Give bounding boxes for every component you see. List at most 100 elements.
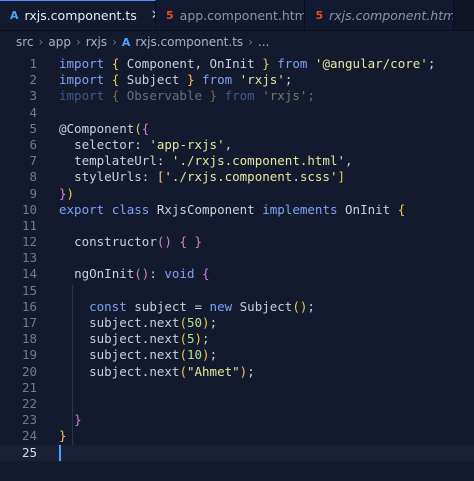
paren: ) bbox=[194, 331, 203, 347]
breadcrumb-item-app[interactable]: app bbox=[48, 35, 71, 49]
text-cursor bbox=[59, 444, 61, 461]
breadcrumb-item-rxjs[interactable]: rxjs bbox=[86, 35, 107, 49]
line-number: 22 bbox=[21, 395, 37, 411]
code-line[interactable]: 2 import { Subject } from 'rxjs'; bbox=[0, 72, 474, 88]
bracket: ] bbox=[337, 169, 346, 185]
code-line-current[interactable]: 25 bbox=[0, 444, 474, 461]
line-number: 21 bbox=[21, 379, 37, 395]
keyword: const bbox=[89, 298, 127, 314]
keyword: export bbox=[59, 201, 105, 217]
tab-app-component-html[interactable]: 5 app.component.html bbox=[156, 0, 306, 30]
line-number: 14 bbox=[21, 266, 37, 282]
code-line[interactable]: 12 constructor() { } bbox=[0, 234, 474, 250]
breadcrumb: src › app › rxjs › A rxjs.component.ts ›… bbox=[0, 31, 474, 53]
line-number: 8 bbox=[29, 169, 37, 185]
method-name: next bbox=[149, 347, 180, 363]
punctuation: ; bbox=[307, 88, 315, 104]
number: 5 bbox=[186, 331, 195, 347]
paren: ( bbox=[179, 315, 187, 330]
decorator: @Component bbox=[59, 120, 135, 136]
punctuation: , bbox=[345, 153, 353, 169]
code-line[interactable]: 1 import { Component, OnInit } from '@an… bbox=[0, 56, 474, 72]
line-number: 15 bbox=[21, 282, 37, 298]
code-line[interactable]: 10 export class RxjsComponent implements… bbox=[0, 202, 474, 218]
punctuation: : bbox=[149, 266, 165, 282]
keyword: class bbox=[111, 201, 150, 217]
interface-name: OnInit bbox=[345, 201, 391, 217]
brace: { bbox=[141, 120, 150, 136]
code-line[interactable]: 14 ngOnInit(): void { bbox=[0, 266, 474, 282]
brace: } bbox=[59, 428, 67, 444]
method-name: next bbox=[149, 331, 180, 347]
keyword: from bbox=[202, 72, 233, 88]
code-line[interactable]: 23 } bbox=[0, 412, 474, 428]
code-line[interactable]: 5 @Component({ bbox=[0, 121, 474, 137]
code-line[interactable]: 8 styleUrls: ['./rxjs.component.scss'] bbox=[0, 169, 474, 185]
code-line[interactable]: 11 bbox=[0, 218, 474, 234]
paren: () bbox=[156, 234, 172, 250]
keyword: from bbox=[277, 56, 308, 71]
method-name: next bbox=[149, 315, 180, 330]
breadcrumb-item-file[interactable]: rxjs.component.ts bbox=[135, 35, 243, 49]
code-line[interactable]: 19 subject.next(10); bbox=[0, 347, 474, 363]
keyword: import bbox=[59, 72, 105, 88]
line-number: 17 bbox=[21, 315, 37, 330]
tab-rxjs-component-ts[interactable]: A rxjs.component.ts ✕ bbox=[0, 0, 156, 30]
punctuation: ; bbox=[202, 331, 210, 347]
code-line[interactable]: 18 subject.next(5); bbox=[0, 331, 474, 347]
line-number: 2 bbox=[29, 72, 37, 88]
breadcrumb-item-src[interactable]: src bbox=[16, 35, 34, 49]
line-number: 10 bbox=[21, 201, 37, 217]
paren: ( bbox=[134, 120, 142, 136]
brace: } bbox=[194, 234, 203, 250]
brace: } bbox=[209, 88, 218, 104]
property: selector bbox=[74, 136, 135, 152]
paren: () bbox=[134, 266, 150, 282]
keyword: import bbox=[59, 56, 105, 71]
code-line[interactable]: 16 const subject = new Subject(); bbox=[0, 299, 474, 315]
string: './rxjs.component.scss' bbox=[164, 169, 338, 185]
line-number: 18 bbox=[21, 331, 37, 347]
code-line[interactable]: 7 templateUrl: './rxjs.component.html', bbox=[0, 153, 474, 169]
angular-icon: A bbox=[10, 9, 19, 22]
line-number: 23 bbox=[21, 412, 37, 428]
line-number: 9 bbox=[29, 185, 37, 201]
variable: subject. bbox=[89, 331, 150, 347]
tab-label: app.component.html bbox=[179, 7, 306, 23]
code-line[interactable]: 13 bbox=[0, 250, 474, 266]
class-name: Subject bbox=[239, 298, 293, 314]
class-name: RxjsComponent bbox=[156, 201, 255, 217]
chevron-right-icon: › bbox=[248, 35, 253, 49]
line-number: 12 bbox=[21, 234, 37, 250]
line-number: 3 bbox=[29, 88, 37, 104]
editor-tab-bar: A rxjs.component.ts ✕ 5 app.component.ht… bbox=[0, 0, 474, 31]
brace: { bbox=[179, 234, 187, 250]
brace: } bbox=[186, 72, 195, 88]
punctuation: : bbox=[134, 136, 150, 152]
import-names: Observable bbox=[119, 88, 210, 104]
punctuation: : bbox=[141, 169, 157, 185]
line-number: 7 bbox=[29, 153, 37, 169]
method-name: next bbox=[149, 363, 180, 379]
string: './rxjs.component.html' bbox=[171, 153, 346, 169]
import-names: Subject bbox=[119, 72, 187, 88]
html5-icon: 5 bbox=[166, 8, 174, 22]
code-line[interactable]: 6 selector: 'app-rxjs', bbox=[0, 137, 474, 153]
line-number: 5 bbox=[29, 120, 37, 136]
code-line[interactable]: 9 }) bbox=[0, 186, 474, 202]
code-line[interactable]: 3 import { Observable } from 'rxjs'; bbox=[0, 88, 474, 104]
tab-label: rxjs.component.html bbox=[329, 7, 455, 23]
code-editor[interactable]: 1 import { Component, OnInit } from '@an… bbox=[0, 53, 474, 461]
angular-icon: A bbox=[121, 35, 131, 49]
code-line[interactable]: 4 bbox=[0, 105, 474, 121]
breadcrumb-ellipsis[interactable]: ... bbox=[258, 35, 269, 49]
brace: } bbox=[262, 56, 270, 71]
code-line[interactable]: 20 subject.next("Ahmet"); bbox=[0, 364, 474, 380]
tab-rxjs-component-html[interactable]: 5 rxjs.component.html bbox=[305, 0, 455, 30]
punctuation: ; bbox=[209, 347, 218, 363]
code-line[interactable]: 17 subject.next(50); bbox=[0, 315, 474, 331]
property: styleUrls bbox=[74, 169, 142, 185]
tab-label: rxjs.component.ts bbox=[24, 8, 137, 23]
property: templateUrl bbox=[74, 153, 157, 169]
line-number: 6 bbox=[29, 136, 37, 152]
